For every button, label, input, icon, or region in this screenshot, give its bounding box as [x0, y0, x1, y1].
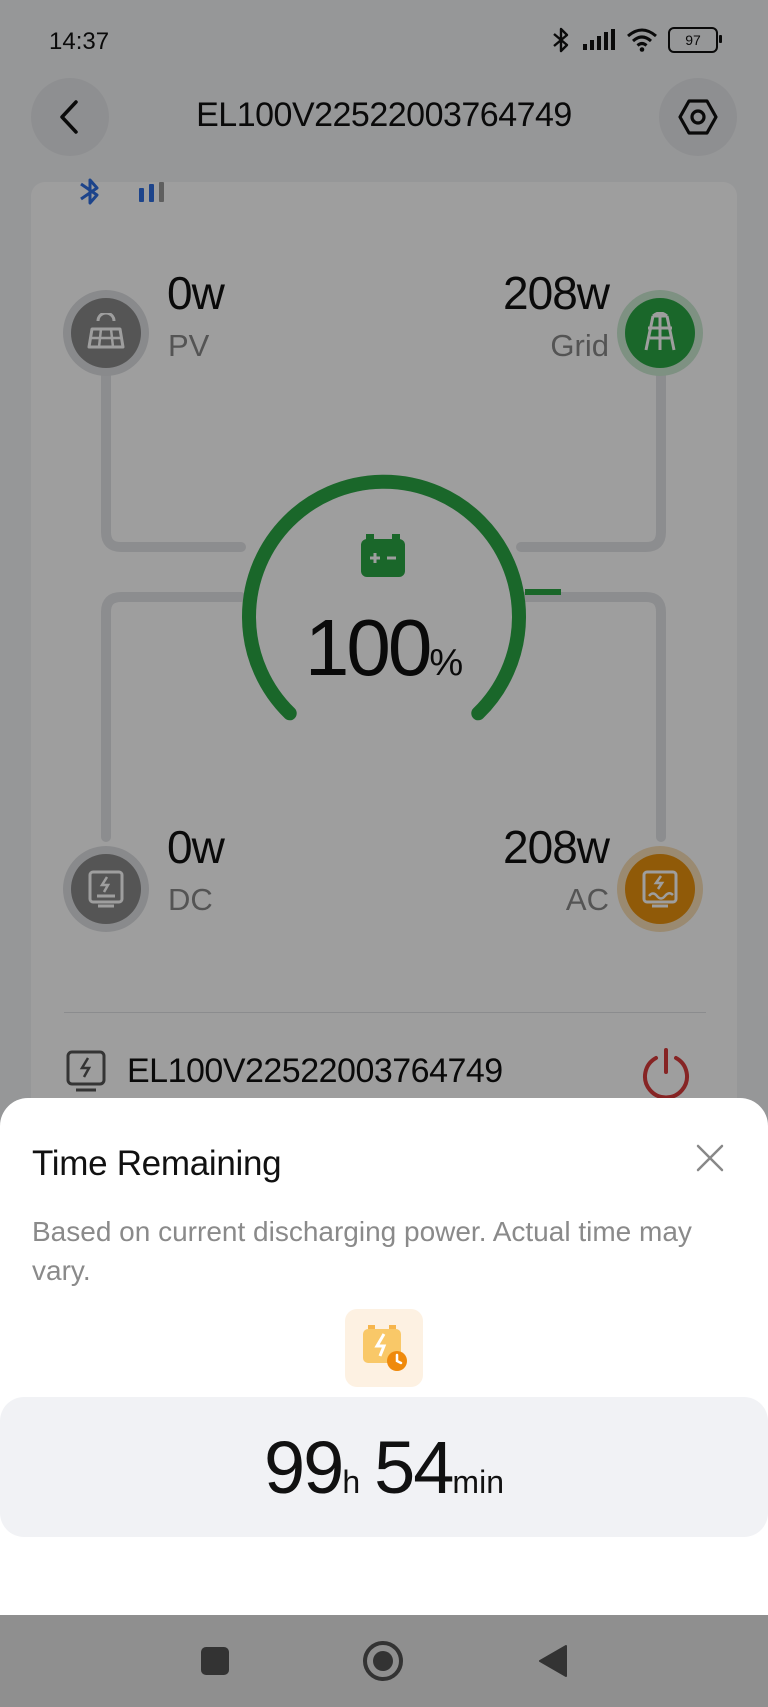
- home-circle-icon: [363, 1641, 403, 1681]
- back-triangle-icon: [539, 1645, 567, 1677]
- minutes-value: 54: [374, 1426, 454, 1509]
- recents-button[interactable]: [193, 1639, 237, 1683]
- home-button[interactable]: [361, 1639, 405, 1683]
- battery-timer-icon-badge: [345, 1309, 423, 1387]
- time-remaining-box: 99h 54min: [0, 1397, 768, 1537]
- recents-square-icon: [201, 1647, 229, 1675]
- sheet-title: Time Remaining: [32, 1144, 282, 1183]
- time-remaining-sheet: Time Remaining Based on current discharg…: [0, 1098, 768, 1615]
- sheet-description: Based on current discharging power. Actu…: [32, 1216, 692, 1286]
- system-nav-bar: [0, 1615, 768, 1707]
- battery-timer-icon: [363, 1325, 407, 1371]
- time-remaining-value: 99h 54min: [0, 1425, 768, 1510]
- hours-unit: h: [342, 1464, 361, 1500]
- back-nav-button[interactable]: [531, 1639, 575, 1683]
- minutes-unit: min: [452, 1464, 504, 1500]
- close-icon[interactable]: [692, 1140, 728, 1176]
- hours-value: 99: [264, 1426, 344, 1509]
